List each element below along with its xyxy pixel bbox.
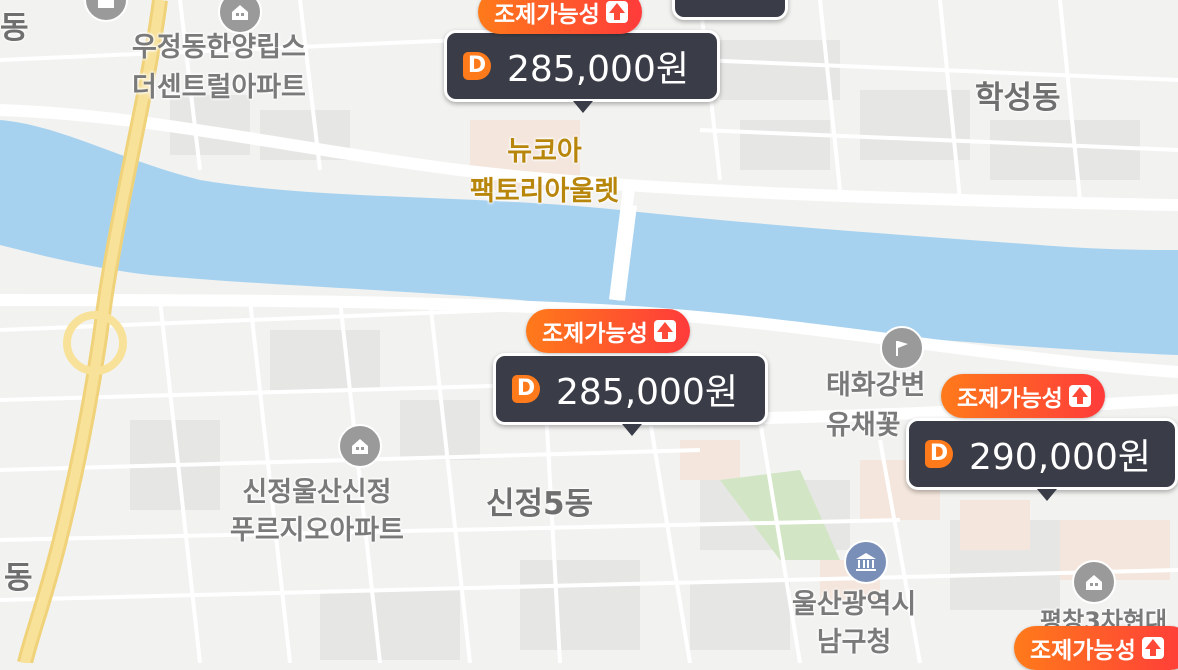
district-label-haksung: 학성동: [975, 80, 1061, 116]
badge-label: 조제가능성: [957, 386, 1063, 412]
price-label: 290,000원: [969, 437, 1151, 478]
place-label-sinjeong-apt[interactable]: 신정울산신정 푸르지오아파트: [230, 474, 404, 550]
price-marker-offscreen[interactable]: [672, 0, 788, 20]
badge-label: 조제가능성: [494, 2, 600, 28]
arrow-up-icon: [605, 1, 628, 23]
price-label: 285,000원: [507, 49, 689, 90]
adjust-badge-bottom[interactable]: 조제가능성: [1014, 626, 1178, 670]
place-label-text: 뉴코아 팩토리아울렛: [470, 136, 620, 207]
deal-icon: D: [463, 52, 491, 80]
government-icon[interactable]: [844, 540, 888, 584]
arrow-up-icon: [1141, 637, 1164, 659]
district-label-edge-topleft: 동: [0, 10, 29, 46]
badge-label: 조제가능성: [1030, 638, 1136, 664]
adjust-badge-right[interactable]: 조제가능성: [941, 374, 1105, 418]
adjust-badge-mid[interactable]: 조제가능성: [526, 309, 690, 353]
district-label-sinjeong5: 신정5동: [486, 486, 594, 522]
place-label-ujeong[interactable]: 우정동한양립스 더센트럴아파트: [132, 28, 306, 108]
price-marker-right[interactable]: D 290,000원: [906, 418, 1178, 501]
place-label-text: 우정동한양립스 더센트럴아파트: [132, 32, 306, 103]
deal-icon: D: [512, 375, 540, 403]
apartment-icon[interactable]: [1072, 560, 1116, 604]
badge-label: 조제가능성: [542, 321, 648, 347]
place-label-newcore[interactable]: 뉴코아 팩토리아울렛: [470, 132, 619, 212]
adjust-badge-top[interactable]: 조제가능성: [478, 0, 642, 34]
district-label-edge-left: 동: [4, 560, 33, 596]
flag-icon[interactable]: [880, 326, 924, 370]
price-marker-mid[interactable]: D 285,000원: [493, 353, 768, 436]
price-marker-top[interactable]: D 285,000원: [444, 30, 720, 113]
place-label-namgu[interactable]: 울산광역시 남구청: [792, 586, 916, 662]
place-label-text: 신정울산신정 푸르지오아파트: [230, 477, 404, 546]
place-label-text: 울산광역시 남구청: [792, 589, 917, 658]
apartment-icon[interactable]: [338, 424, 382, 468]
arrow-up-icon: [1068, 385, 1091, 407]
arrow-up-icon: [653, 320, 676, 342]
price-label: 285,000원: [556, 372, 738, 413]
deal-icon: D: [925, 440, 953, 468]
